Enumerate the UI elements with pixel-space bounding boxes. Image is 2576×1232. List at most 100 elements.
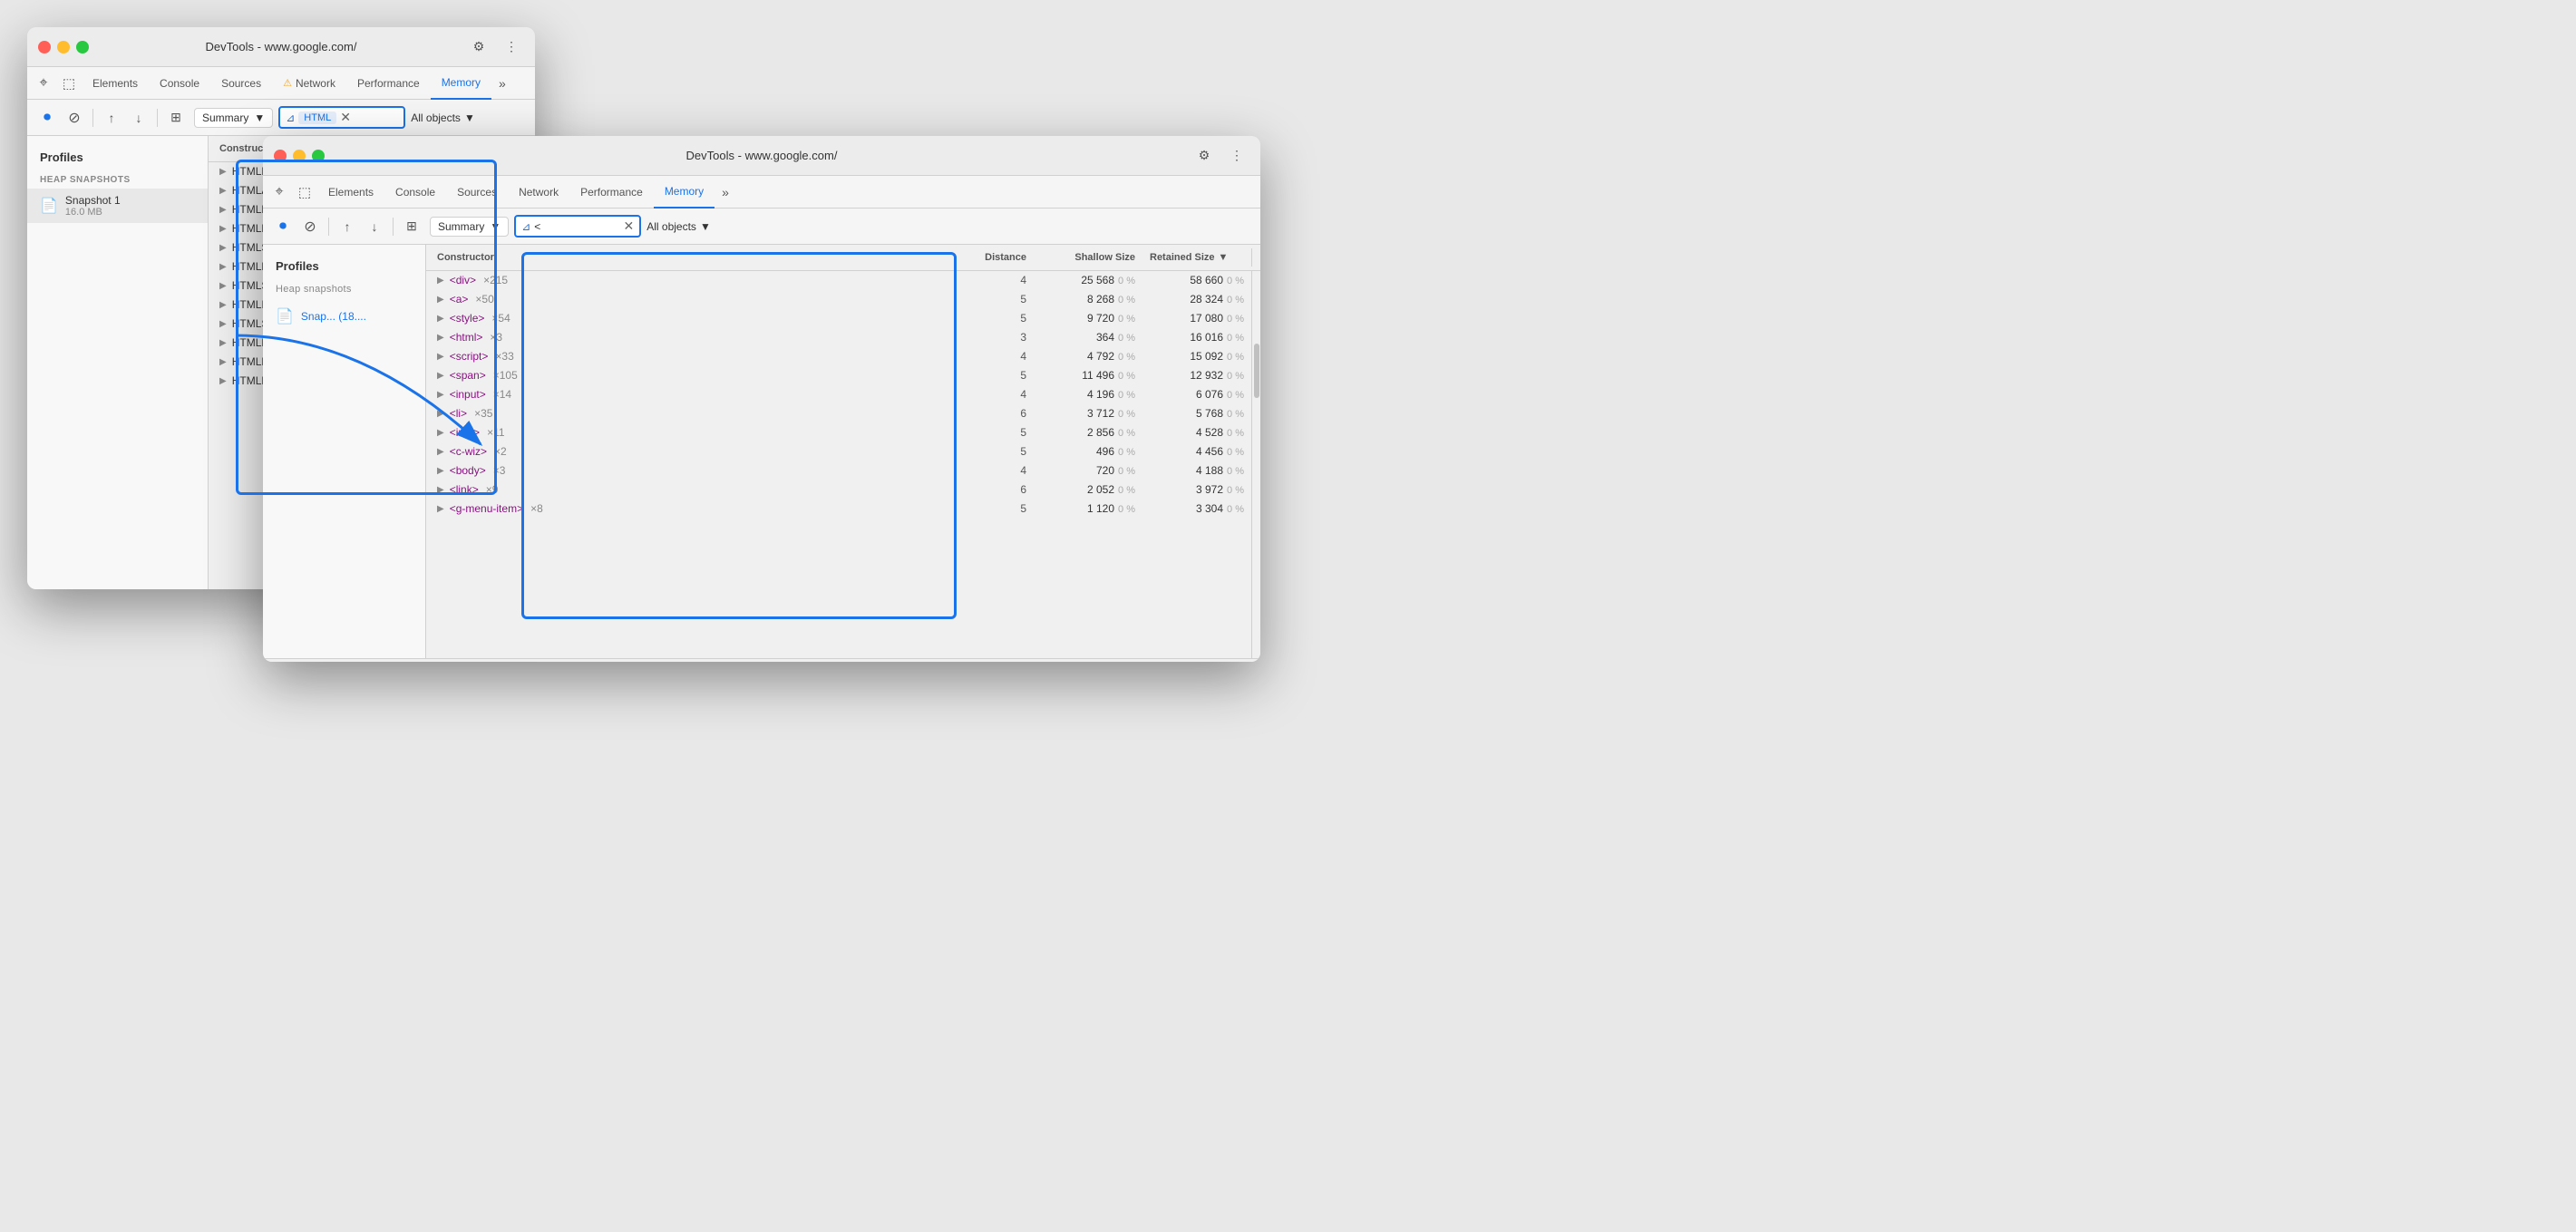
maximize-button-front[interactable] bbox=[312, 150, 325, 162]
close-button-back[interactable] bbox=[38, 41, 51, 53]
sidebar-section-back: HEAP SNAPSHOTS bbox=[27, 171, 208, 189]
clear-icon-back[interactable]: ⊘ bbox=[62, 105, 87, 131]
upload-icon-back[interactable]: ↑ bbox=[99, 105, 124, 131]
snapshot-item-front[interactable]: 📄 Snap... (18.... bbox=[263, 302, 425, 331]
snapshot-name-back: Snapshot 1 bbox=[65, 194, 121, 207]
cursor-icon[interactable]: ⌖ bbox=[31, 71, 56, 96]
header-constructor: Constructor bbox=[426, 248, 961, 267]
tab-memory-front[interactable]: Memory bbox=[654, 176, 714, 209]
header-retained: Retained Size ▼ bbox=[1142, 248, 1251, 267]
separator1-front bbox=[328, 218, 329, 236]
record-icon-front[interactable]: ⏺ bbox=[270, 214, 296, 239]
tab-performance-back[interactable]: Performance bbox=[346, 67, 431, 100]
separator2-back bbox=[157, 109, 158, 127]
header-shallow: Shallow Size bbox=[1034, 248, 1142, 267]
tab-console-back[interactable]: Console bbox=[149, 67, 210, 100]
filter-icon-front: ⊿ bbox=[521, 220, 530, 233]
filter-clear-back[interactable]: ✕ bbox=[340, 110, 351, 125]
scrollbar-track[interactable] bbox=[1251, 248, 1260, 267]
download-icon-front[interactable]: ↓ bbox=[362, 214, 387, 239]
table-body-front: ▶<div>×215 4 25 5680 % 58 6600 % ▶<a>×50… bbox=[426, 271, 1260, 658]
main-content-front: Profiles Heap snapshots 📄 Snap... (18...… bbox=[263, 245, 1260, 658]
table-row[interactable]: ▶<img>×11 5 2 8560 % 4 5280 % bbox=[426, 423, 1251, 442]
minimize-button-front[interactable] bbox=[293, 150, 306, 162]
snapshot-icon-front: 📄 bbox=[276, 307, 294, 325]
more-icon-front[interactable]: ⋮ bbox=[1224, 143, 1249, 169]
table-row[interactable]: ▶<span>×105 5 11 4960 % 12 9320 % bbox=[426, 366, 1251, 385]
tab-console-front[interactable]: Console bbox=[384, 176, 446, 209]
screenshot-icon-front[interactable]: ⊞ bbox=[399, 214, 424, 239]
clear-icon-front[interactable]: ⊘ bbox=[297, 214, 323, 239]
table-row[interactable]: ▶<div>×215 4 25 5680 % 58 6600 % bbox=[426, 271, 1251, 290]
table-area-front: Constructor Distance Shallow Size Retain… bbox=[426, 245, 1260, 658]
tab-more-back[interactable]: » bbox=[491, 67, 513, 100]
filter-text-front[interactable]: < bbox=[534, 220, 619, 233]
sidebar-front-panel: Profiles Heap snapshots 📄 Snap... (18...… bbox=[263, 245, 426, 658]
table-row[interactable]: ▶<html>×3 3 3640 % 16 0160 % bbox=[426, 328, 1251, 347]
tab-network-back[interactable]: ⚠ Network bbox=[272, 67, 346, 100]
toolbar-icons-back: ⏺ ⊘ ↑ ↓ ⊞ bbox=[34, 105, 189, 131]
table-row[interactable]: ▶<li>×35 6 3 7120 % 5 7680 % bbox=[426, 404, 1251, 423]
table-row[interactable]: ▶<c-wiz>×2 5 4960 % 4 4560 % bbox=[426, 442, 1251, 461]
upload-icon-front[interactable]: ↑ bbox=[335, 214, 360, 239]
summary-dropdown-front[interactable]: Summary ▼ bbox=[430, 217, 509, 237]
filter-input-back[interactable]: ⊿ HTML ✕ bbox=[278, 106, 405, 129]
screenshot-icon-back[interactable]: ⊞ bbox=[163, 105, 189, 131]
snapshot-item-back[interactable]: 📄 Snapshot 1 16.0 MB bbox=[27, 189, 208, 223]
maximize-button-back[interactable] bbox=[76, 41, 89, 53]
close-button-front[interactable] bbox=[274, 150, 287, 162]
scrollbar-front[interactable] bbox=[1251, 271, 1260, 658]
snapshot-name-front: Snap... (18.... bbox=[301, 310, 366, 323]
toolbar-back: ⏺ ⊘ ↑ ↓ ⊞ Summary ▼ ⊿ HTML ✕ All objects… bbox=[27, 100, 535, 136]
window-title-back: DevTools - www.google.com/ bbox=[206, 40, 357, 53]
objects-chevron-front: ▼ bbox=[700, 220, 711, 233]
table-row[interactable]: ▶<link>×9 6 2 0520 % 3 9720 % bbox=[426, 480, 1251, 500]
download-icon-back[interactable]: ↓ bbox=[126, 105, 151, 131]
summary-dropdown-back[interactable]: Summary ▼ bbox=[194, 108, 273, 128]
titlebar-actions-front: ⚙ ⋮ bbox=[1191, 143, 1249, 169]
table-header-front: Constructor Distance Shallow Size Retain… bbox=[426, 245, 1260, 271]
tab-elements-front[interactable]: Elements bbox=[317, 176, 384, 209]
objects-dropdown-back[interactable]: All objects ▼ bbox=[411, 112, 528, 124]
gear-icon-back[interactable]: ⚙ bbox=[466, 34, 491, 60]
filter-clear-front[interactable]: ✕ bbox=[624, 218, 635, 234]
frame-icon-front[interactable]: ⬚ bbox=[292, 179, 317, 205]
sidebar-title-back: Profiles bbox=[27, 147, 208, 171]
frame-icon[interactable]: ⬚ bbox=[56, 71, 82, 96]
minimize-button-back[interactable] bbox=[57, 41, 70, 53]
heap-snapshots-label: Heap snapshots bbox=[263, 280, 425, 302]
tab-sources-front[interactable]: Sources bbox=[446, 176, 508, 209]
tab-elements-back[interactable]: Elements bbox=[82, 67, 149, 100]
record-icon-back[interactable]: ⏺ bbox=[34, 105, 60, 131]
tab-memory-back[interactable]: Memory bbox=[431, 67, 491, 100]
snapshot-size-back: 16.0 MB bbox=[65, 207, 121, 218]
more-icon-back[interactable]: ⋮ bbox=[499, 34, 524, 60]
objects-dropdown-front[interactable]: All objects ▼ bbox=[646, 220, 1253, 233]
sidebar-back: Profiles HEAP SNAPSHOTS 📄 Snapshot 1 16.… bbox=[27, 136, 209, 589]
tab-bar-front: ⌖ ⬚ Elements Console Sources Network Per… bbox=[263, 176, 1260, 209]
scrollbar-thumb-front[interactable] bbox=[1254, 344, 1259, 398]
chevron-icon-front: ▼ bbox=[490, 220, 501, 233]
titlebar-back: DevTools - www.google.com/ ⚙ ⋮ bbox=[27, 27, 535, 67]
table-row[interactable]: ▶<script>×33 4 4 7920 % 15 0920 % bbox=[426, 347, 1251, 366]
table-row[interactable]: ▶<style>×54 5 9 7200 % 17 0800 % bbox=[426, 309, 1251, 328]
filter-input-front[interactable]: ⊿ < ✕ bbox=[514, 215, 641, 238]
filter-icon-back: ⊿ bbox=[286, 112, 295, 124]
tab-more-front[interactable]: » bbox=[714, 176, 736, 209]
table-row[interactable]: ▶<g-menu-item>×8 5 1 1200 % 3 3040 % bbox=[426, 500, 1251, 519]
table-row[interactable]: ▶<input>×14 4 4 1960 % 6 0760 % bbox=[426, 385, 1251, 404]
tab-sources-back[interactable]: Sources bbox=[210, 67, 272, 100]
tab-performance-front[interactable]: Performance bbox=[569, 176, 654, 209]
warning-icon-back: ⚠ bbox=[283, 77, 292, 89]
tab-network-front[interactable]: Network bbox=[508, 176, 569, 209]
table-row[interactable]: ▶<body>×3 4 7200 % 4 1880 % bbox=[426, 461, 1251, 480]
snapshot-info-back: Snapshot 1 16.0 MB bbox=[65, 194, 121, 218]
window-title-front: DevTools - www.google.com/ bbox=[686, 149, 838, 162]
table-row[interactable]: ▶<a>×50 5 8 2680 % 28 3240 % bbox=[426, 290, 1251, 309]
titlebar-actions-back: ⚙ ⋮ bbox=[466, 34, 524, 60]
titlebar-front: DevTools - www.google.com/ ⚙ ⋮ bbox=[263, 136, 1260, 176]
gear-icon-front[interactable]: ⚙ bbox=[1191, 143, 1217, 169]
snapshot-icon-back: 📄 bbox=[40, 197, 58, 215]
cursor-icon-front[interactable]: ⌖ bbox=[267, 179, 292, 205]
toolbar-icons-front: ⏺ ⊘ ↑ ↓ ⊞ bbox=[270, 214, 424, 239]
